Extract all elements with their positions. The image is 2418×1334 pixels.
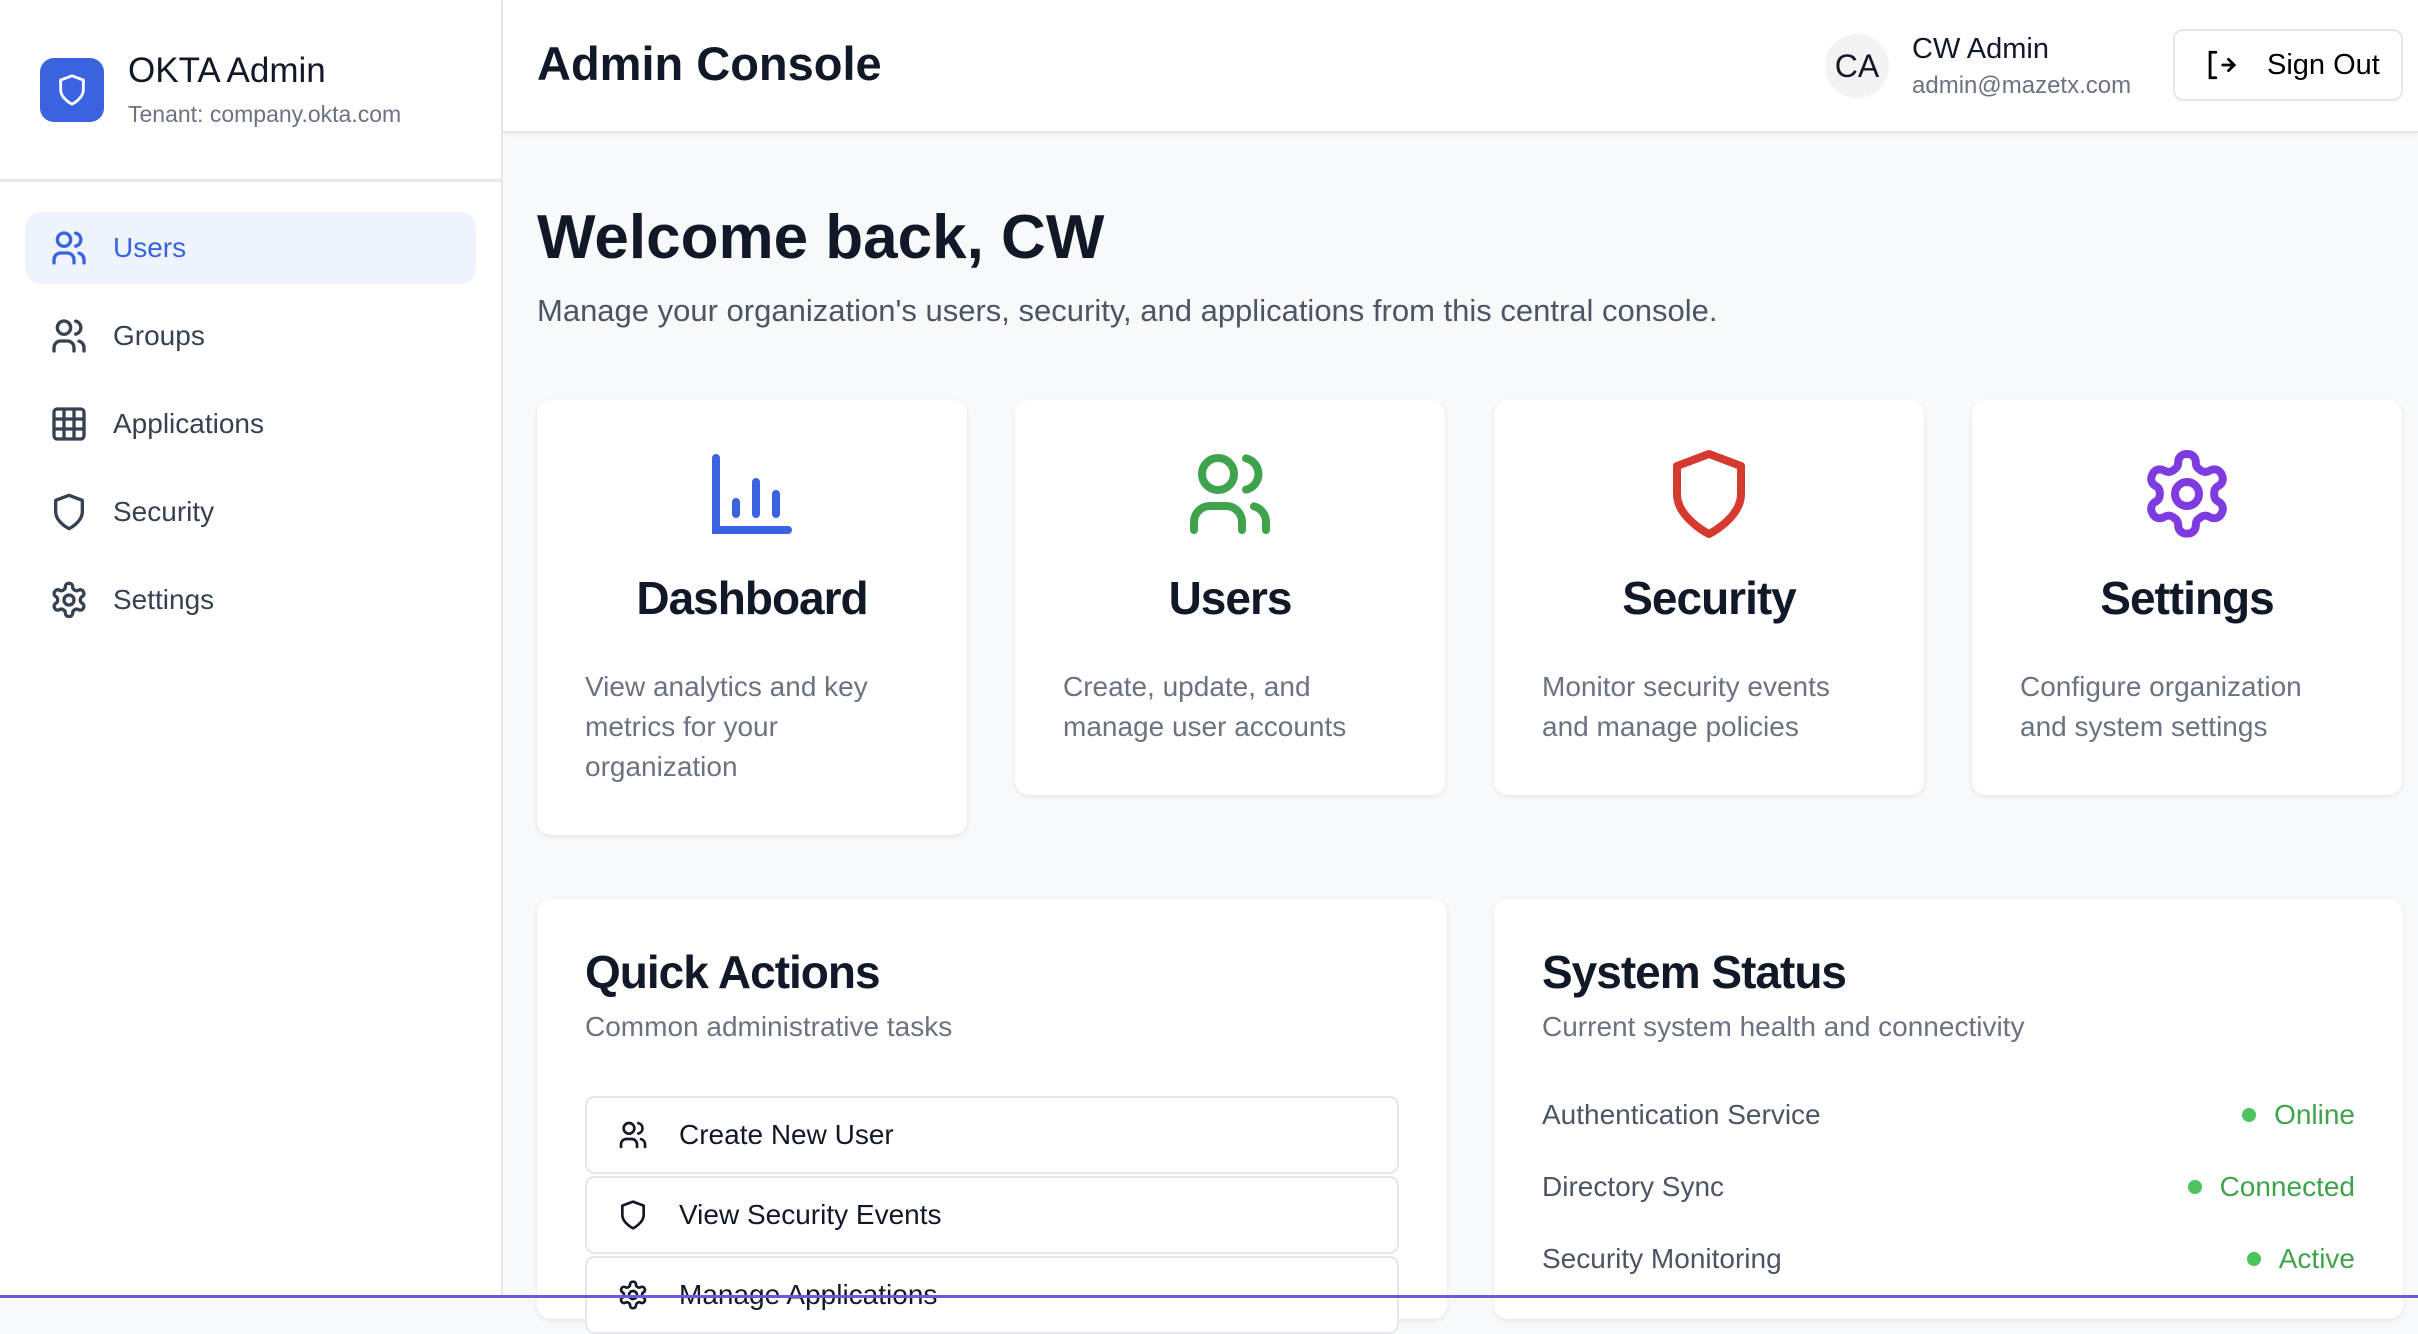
user-email: admin@mazetx.com [1912,72,2132,99]
dashboard-card[interactable]: Dashboard View analytics and key metrics… [537,400,967,835]
users-card[interactable]: Users Create, update, and manage user ac… [1015,400,1445,795]
sidebar-item-label: Settings [113,584,215,615]
status-dot-icon [2242,1108,2257,1122]
sidebar-item-security[interactable]: Security [25,476,476,548]
sign-out-label: Sign Out [2267,48,2380,81]
gear-icon [2139,446,2235,542]
card-description: View analytics and key metrics for your … [585,671,868,782]
top-header: Admin Console CA CW Admin admin@mazetx.c… [503,0,2418,133]
card-description: Create, update, and manage user accounts [1063,671,1347,742]
card-title: Users [1168,572,1293,624]
status-value: Online [2274,1099,2355,1130]
settings-card[interactable]: Settings Configure organization and syst… [1972,400,2402,795]
grid-icon [49,404,89,444]
action-label: View Security Events [679,1199,942,1230]
sign-out-button[interactable]: Sign Out [2173,29,2403,101]
shield-icon [1661,446,1757,542]
tenant-label: Tenant: company.okta.com [128,101,402,127]
view-security-events-button[interactable]: View Security Events [585,1176,1399,1254]
sidebar-item-label: Applications [113,408,264,439]
sidebar-item-applications[interactable]: Applications [25,388,476,460]
bar-chart-icon [704,446,800,542]
system-status-subtitle: Current system health and connectivity [1542,1011,2025,1042]
users-icon [617,1119,649,1151]
card-description: Configure organization and system settin… [2020,671,2302,742]
card-title: Settings [2100,572,2274,624]
system-status-panel: System Status Current system health and … [1494,899,2403,1319]
sidebar-item-label: Users [113,232,187,263]
status-value: Connected [2219,1171,2355,1202]
quick-actions-title: Quick Actions [585,946,881,998]
groups-icon [49,316,89,356]
status-value: Active [2278,1243,2355,1274]
sidebar-nav: Users Groups Applications Security Setti… [0,182,501,682]
welcome-subtitle: Manage your organization's users, securi… [537,293,1718,328]
status-label: Security Monitoring [1542,1243,1782,1274]
shield-logo-icon [40,57,104,122]
welcome-title: Welcome back, CW [537,203,1105,272]
status-dot-icon [2246,1252,2261,1266]
sidebar: OKTA Admin Tenant: company.okta.com User… [0,0,503,1298]
system-status-title: System Status [1542,946,1847,998]
card-title: Security [1622,572,1797,624]
sidebar-item-users[interactable]: Users [25,212,476,284]
avatar[interactable]: CA [1825,34,1889,98]
brand-title: OKTA Admin [128,51,326,90]
status-badge: Connected [2187,1171,2355,1203]
card-title: Dashboard [636,572,868,624]
sidebar-item-settings[interactable]: Settings [25,564,476,636]
status-badge: Active [2246,1243,2355,1275]
status-label: Authentication Service [1542,1099,1821,1130]
status-row: Authentication Service Online [1542,1099,2355,1131]
action-label: Create New User [679,1119,894,1150]
shield-icon [49,492,89,532]
users-icon [49,228,89,268]
status-badge: Online [2242,1099,2355,1131]
sign-out-icon [2203,48,2237,82]
users-icon [1182,446,1278,542]
create-new-user-button[interactable]: Create New User [585,1096,1399,1174]
sidebar-item-label: Security [113,496,215,527]
brand: OKTA Admin Tenant: company.okta.com [0,0,501,182]
page-title: Admin Console [537,37,882,90]
user-name: CW Admin [1912,33,2049,65]
status-row: Directory Sync Connected [1542,1171,2355,1203]
status-row: Security Monitoring Active [1542,1243,2355,1275]
shield-icon [617,1199,649,1231]
status-label: Directory Sync [1542,1171,1725,1202]
quick-actions-subtitle: Common administrative tasks [585,1011,953,1042]
security-card[interactable]: Security Monitor security events and man… [1494,400,1924,795]
sidebar-item-groups[interactable]: Groups [25,300,476,372]
status-dot-icon [2187,1180,2202,1194]
quick-actions-panel: Quick Actions Common administrative task… [537,899,1447,1334]
sidebar-item-label: Groups [113,320,205,351]
card-description: Monitor security events and manage polic… [1542,671,1830,742]
gear-icon [49,580,89,620]
